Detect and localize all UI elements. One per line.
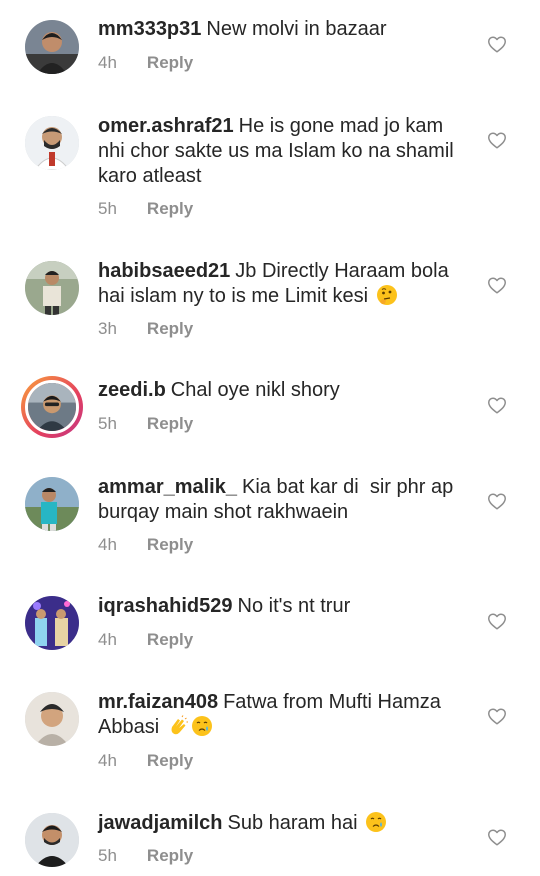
- heart-outline-icon[interactable]: [486, 129, 508, 151]
- comment-body: ammar_malik_ Kia bat kar di sir phr ap bu…: [98, 475, 468, 525]
- reply-button[interactable]: Reply: [147, 414, 193, 434]
- crying-face-icon: [191, 716, 212, 736]
- comment-meta: 5h Reply: [98, 414, 193, 434]
- avatar[interactable]: [25, 116, 79, 170]
- comment-meta: 4h Reply: [98, 535, 193, 555]
- comment-body: jawadjamilch Sub haram hai: [98, 811, 468, 836]
- comment-body: habibsaeed21 Jb Directly Haraam bola hai …: [98, 259, 468, 309]
- comment-time: 3h: [98, 319, 117, 338]
- comment-username[interactable]: ammar_malik_: [98, 476, 237, 498]
- comment-body: iqrashahid529 No it's nt trur: [98, 594, 468, 619]
- comment-time: 4h: [98, 535, 117, 554]
- avatar[interactable]: [25, 261, 79, 315]
- heart-outline-icon[interactable]: [486, 610, 508, 632]
- avatar[interactable]: [25, 692, 79, 746]
- comment-time: 4h: [98, 751, 117, 770]
- comment-username[interactable]: iqrashahid529: [98, 595, 233, 617]
- avatar[interactable]: [25, 596, 79, 650]
- comment-time: 4h: [98, 630, 117, 649]
- comment-username[interactable]: jawadjamilch: [98, 812, 223, 834]
- comment-meta: 5h Reply: [98, 199, 193, 219]
- comment-text: No it's nt trur: [237, 595, 351, 617]
- avatar[interactable]: [25, 813, 79, 867]
- avatar[interactable]: [25, 477, 79, 531]
- comment-text: New molvi in bazaar: [206, 18, 387, 40]
- comment-username[interactable]: habibsaeed21: [98, 260, 230, 282]
- comment-time: 5h: [98, 846, 117, 865]
- heart-outline-icon[interactable]: [486, 490, 508, 512]
- comment-username[interactable]: mm333p31: [98, 18, 201, 40]
- heart-outline-icon[interactable]: [486, 33, 508, 55]
- reply-button[interactable]: Reply: [147, 535, 193, 555]
- crying-face-icon: [366, 812, 387, 832]
- avatar-story-ring[interactable]: [21, 376, 83, 438]
- reply-button[interactable]: Reply: [147, 846, 193, 866]
- comment-time: 5h: [98, 414, 117, 433]
- comment-body: zeedi.b Chal oye nikl shory: [98, 378, 468, 403]
- comment-time: 5h: [98, 199, 117, 218]
- comment-body: omer.ashraf21 He is gone mad jo kam nhi c…: [98, 114, 468, 189]
- reply-button[interactable]: Reply: [147, 199, 193, 219]
- reply-button[interactable]: Reply: [147, 630, 193, 650]
- comment-username[interactable]: mr.faizan408: [98, 691, 218, 713]
- comment-text: Chal oye nikl shory: [170, 379, 340, 401]
- heart-outline-icon[interactable]: [486, 705, 508, 727]
- heart-outline-icon[interactable]: [486, 826, 508, 848]
- comment-time: 4h: [98, 53, 117, 72]
- reply-button[interactable]: Reply: [147, 53, 193, 73]
- comment-meta: 4h Reply: [98, 630, 193, 650]
- comment-meta: 3h Reply: [98, 319, 193, 339]
- comment-username[interactable]: zeedi.b: [98, 379, 166, 401]
- thinking-face-icon: [376, 285, 397, 305]
- comment-meta: 4h Reply: [98, 53, 193, 73]
- reply-button[interactable]: Reply: [147, 751, 193, 771]
- comment-username[interactable]: omer.ashraf21: [98, 115, 234, 137]
- reply-button[interactable]: Reply: [147, 319, 193, 339]
- comment-meta: 4h Reply: [98, 751, 193, 771]
- comment-body: mr.faizan408 Fatwa from Mufti Hamza Abbas…: [98, 690, 468, 740]
- comment-text: Sub haram hai: [227, 812, 358, 834]
- comment-meta: 5h Reply: [98, 846, 193, 866]
- heart-outline-icon[interactable]: [486, 394, 508, 416]
- avatar[interactable]: [25, 20, 79, 74]
- clapping-hands-icon: [171, 715, 188, 735]
- heart-outline-icon[interactable]: [486, 274, 508, 296]
- comment-body: mm333p31 New molvi in bazaar: [98, 17, 468, 42]
